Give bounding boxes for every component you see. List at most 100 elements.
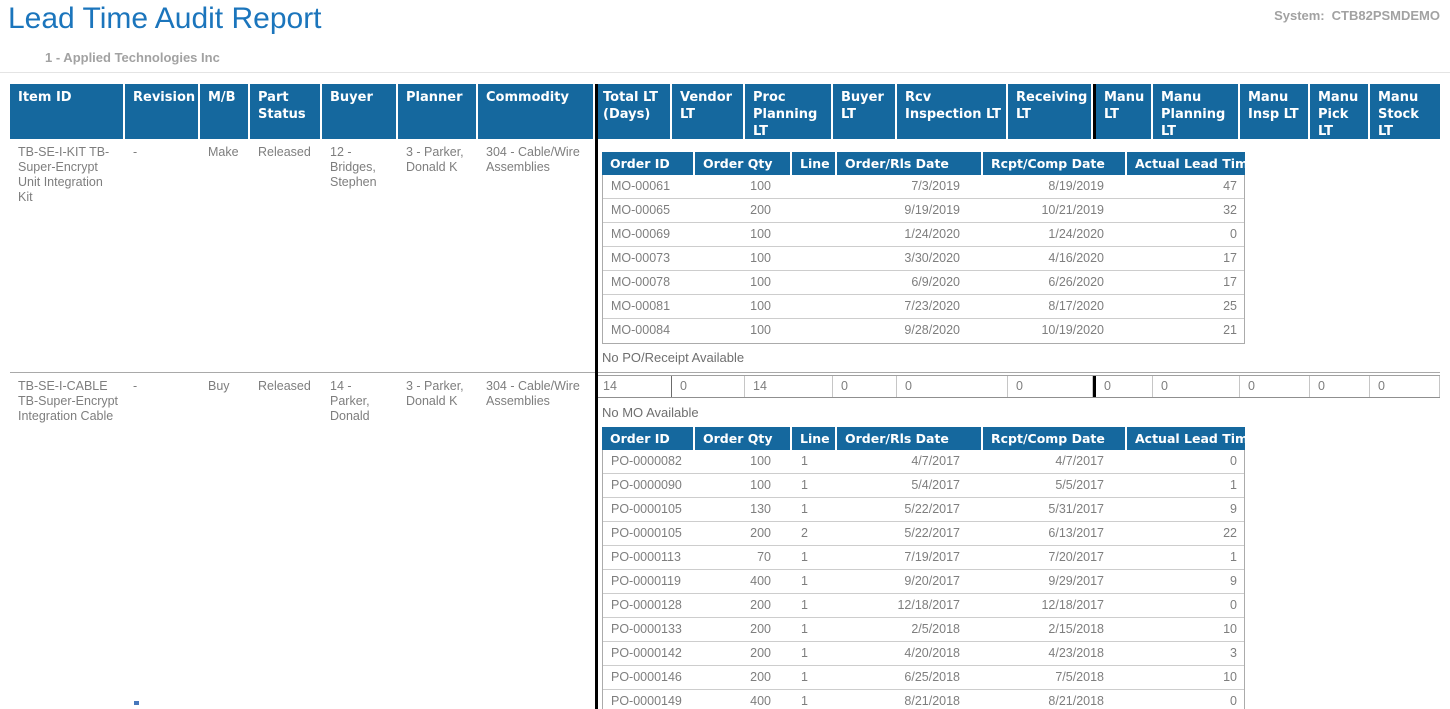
main-table-header: Item IDRevisionM/BPart StatusBuyerPlanne… <box>10 84 1440 139</box>
order-cell-line <box>793 247 838 270</box>
order-cell-rcpt-comp-date: 12/18/2017 <box>984 594 1128 617</box>
column-header-manu-pick-lt: Manu Pick LT <box>1310 84 1370 139</box>
order-column-header-order-rls-date: Order/Rls Date <box>837 152 983 175</box>
order-cell-line: 1 <box>793 594 838 617</box>
order-cell-order-qty: 200 <box>696 642 793 665</box>
order-cell-order-rls-date: 4/20/2018 <box>838 642 984 665</box>
order-column-header-rcpt-comp-date: Rcpt/Comp Date <box>983 427 1127 450</box>
order-column-header-actual-lead-time: Actual Lead Time <box>1127 427 1245 450</box>
page-title: Lead Time Audit Report <box>8 2 322 36</box>
order-row: PO-000010520025/22/20176/13/201722 <box>603 522 1244 546</box>
order-cell-actual-lead-time: 22 <box>1128 522 1244 545</box>
order-cell-order-rls-date: 3/30/2020 <box>838 247 984 270</box>
column-header-vendor-lt: Vendor LT <box>672 84 745 139</box>
item-planner: 3 - Parker, Donald K <box>398 139 478 175</box>
order-cell-rcpt-comp-date: 10/21/2019 <box>984 199 1128 222</box>
order-cell-actual-lead-time: 1 <box>1128 474 1244 497</box>
column-header-buyer: Buyer <box>322 84 398 139</box>
order-cell-order-rls-date: 9/19/2019 <box>838 199 984 222</box>
order-cell-order-qty: 100 <box>696 223 793 246</box>
order-row: MO-000811007/23/20208/17/202025 <box>603 295 1244 319</box>
order-cell-order-id: MO-00073 <box>603 247 696 270</box>
lt-value-9: 0 <box>1310 376 1370 397</box>
lt-value-7: 0 <box>1153 376 1240 397</box>
column-header-item-id: Item ID <box>10 84 125 139</box>
system-value: CTB82PSMDEMO <box>1332 8 1440 23</box>
column-header-manu-insp-lt: Manu Insp LT <box>1240 84 1310 139</box>
order-cell-order-id: PO-0000090 <box>603 474 696 497</box>
order-cell-line: 1 <box>793 546 838 569</box>
item-item-id: TB-SE-I-CABLE TB-Super-Encrypt Integrati… <box>10 373 125 424</box>
order-row: PO-000009010015/4/20175/5/20171 <box>603 474 1244 498</box>
column-header-m-b: M/B <box>200 84 250 139</box>
order-cell-order-rls-date: 12/18/2017 <box>838 594 984 617</box>
order-cell-order-id: PO-0000128 <box>603 594 696 617</box>
lt-value-3: 0 <box>833 376 897 397</box>
order-row: PO-0000128200112/18/201712/18/20170 <box>603 594 1244 618</box>
header-divider <box>0 72 1450 73</box>
column-header-manu-planning-lt: Manu Planning LT <box>1153 84 1240 139</box>
order-cell-rcpt-comp-date: 4/16/2020 <box>984 247 1128 270</box>
item-part-status: Released <box>250 373 322 394</box>
item-lead-time-detail: 1401400000000 No MO Available Order IDOr… <box>595 373 1440 709</box>
order-row: MO-000731003/30/20204/16/202017 <box>603 247 1244 271</box>
order-row: PO-000011940019/20/20179/29/20179 <box>603 570 1244 594</box>
lt-values-row: 1401400000000 <box>595 375 1440 398</box>
order-cell-order-rls-date: 1/24/2020 <box>838 223 984 246</box>
order-cell-line <box>793 295 838 318</box>
order-column-header-line: Line <box>792 427 837 450</box>
section-divider-line <box>595 84 598 709</box>
order-cell-order-qty: 100 <box>696 319 793 343</box>
order-cell-order-id: MO-00078 <box>603 271 696 294</box>
order-row: PO-000014620016/25/20187/5/201810 <box>603 666 1244 690</box>
order-table-body: PO-000008210014/7/20174/7/20170PO-000009… <box>602 450 1245 709</box>
order-cell-order-id: PO-0000146 <box>603 666 696 689</box>
column-header-manu-lt: Manu LT <box>1096 84 1153 139</box>
order-cell-actual-lead-time: 3 <box>1128 642 1244 665</box>
order-cell-rcpt-comp-date: 7/20/2017 <box>984 546 1128 569</box>
order-cell-order-rls-date: 7/19/2017 <box>838 546 984 569</box>
order-column-header-order-rls-date: Order/Rls Date <box>837 427 983 450</box>
order-cell-order-id: PO-0000105 <box>603 522 696 545</box>
order-cell-order-qty: 200 <box>696 666 793 689</box>
order-cell-order-qty: 200 <box>696 618 793 641</box>
order-cell-order-rls-date: 8/21/2018 <box>838 690 984 709</box>
order-cell-order-rls-date: 9/20/2017 <box>838 570 984 593</box>
order-row: MO-000652009/19/201910/21/201932 <box>603 199 1244 223</box>
organization-name: 1 - Applied Technologies Inc <box>45 50 220 65</box>
system-info: System:CTB82PSMDEMO <box>1274 8 1440 23</box>
order-cell-order-qty: 100 <box>696 295 793 318</box>
order-cell-actual-lead-time: 17 <box>1128 271 1244 294</box>
order-cell-order-qty: 100 <box>696 247 793 270</box>
item-lead-time-detail: Order IDOrder QtyLineOrder/Rls DateRcpt/… <box>595 139 1440 372</box>
order-cell-line <box>793 199 838 222</box>
order-cell-order-rls-date: 2/5/2018 <box>838 618 984 641</box>
order-cell-rcpt-comp-date: 1/24/2020 <box>984 223 1128 246</box>
order-row: MO-000781006/9/20206/26/202017 <box>603 271 1244 295</box>
order-column-header-order-qty: Order Qty <box>695 427 792 450</box>
order-row: MO-000691001/24/20201/24/20200 <box>603 223 1244 247</box>
order-cell-order-id: PO-0000082 <box>603 450 696 473</box>
column-header-total-lt-days: Total LT (Days) <box>595 84 672 139</box>
order-cell-order-qty: 400 <box>696 690 793 709</box>
order-cell-order-id: PO-0000149 <box>603 690 696 709</box>
no-po-receipt-message: No PO/Receipt Available <box>595 350 1440 365</box>
lt-value-10: 0 <box>1370 376 1440 397</box>
order-cell-rcpt-comp-date: 6/13/2017 <box>984 522 1128 545</box>
lt-value-5: 0 <box>1008 376 1093 397</box>
item-buyer: 14 - Parker, Donald <box>322 373 398 424</box>
order-column-header-line: Line <box>792 152 837 175</box>
item-row-tb-se-i-cable: TB-SE-I-CABLE TB-Super-Encrypt Integrati… <box>10 373 1440 709</box>
order-cell-line: 2 <box>793 522 838 545</box>
order-cell-order-qty: 200 <box>696 199 793 222</box>
item-attributes: TB-SE-I-CABLE TB-Super-Encrypt Integrati… <box>10 373 595 709</box>
order-cell-order-id: PO-0000142 <box>603 642 696 665</box>
order-cell-order-id: MO-00069 <box>603 223 696 246</box>
column-header-part-status: Part Status <box>250 84 322 139</box>
order-cell-line: 1 <box>793 642 838 665</box>
order-cell-actual-lead-time: 10 <box>1128 666 1244 689</box>
order-cell-order-rls-date: 5/4/2017 <box>838 474 984 497</box>
lt-value-1: 0 <box>672 376 745 397</box>
order-cell-order-rls-date: 7/23/2020 <box>838 295 984 318</box>
order-cell-order-rls-date: 7/3/2019 <box>838 175 984 198</box>
